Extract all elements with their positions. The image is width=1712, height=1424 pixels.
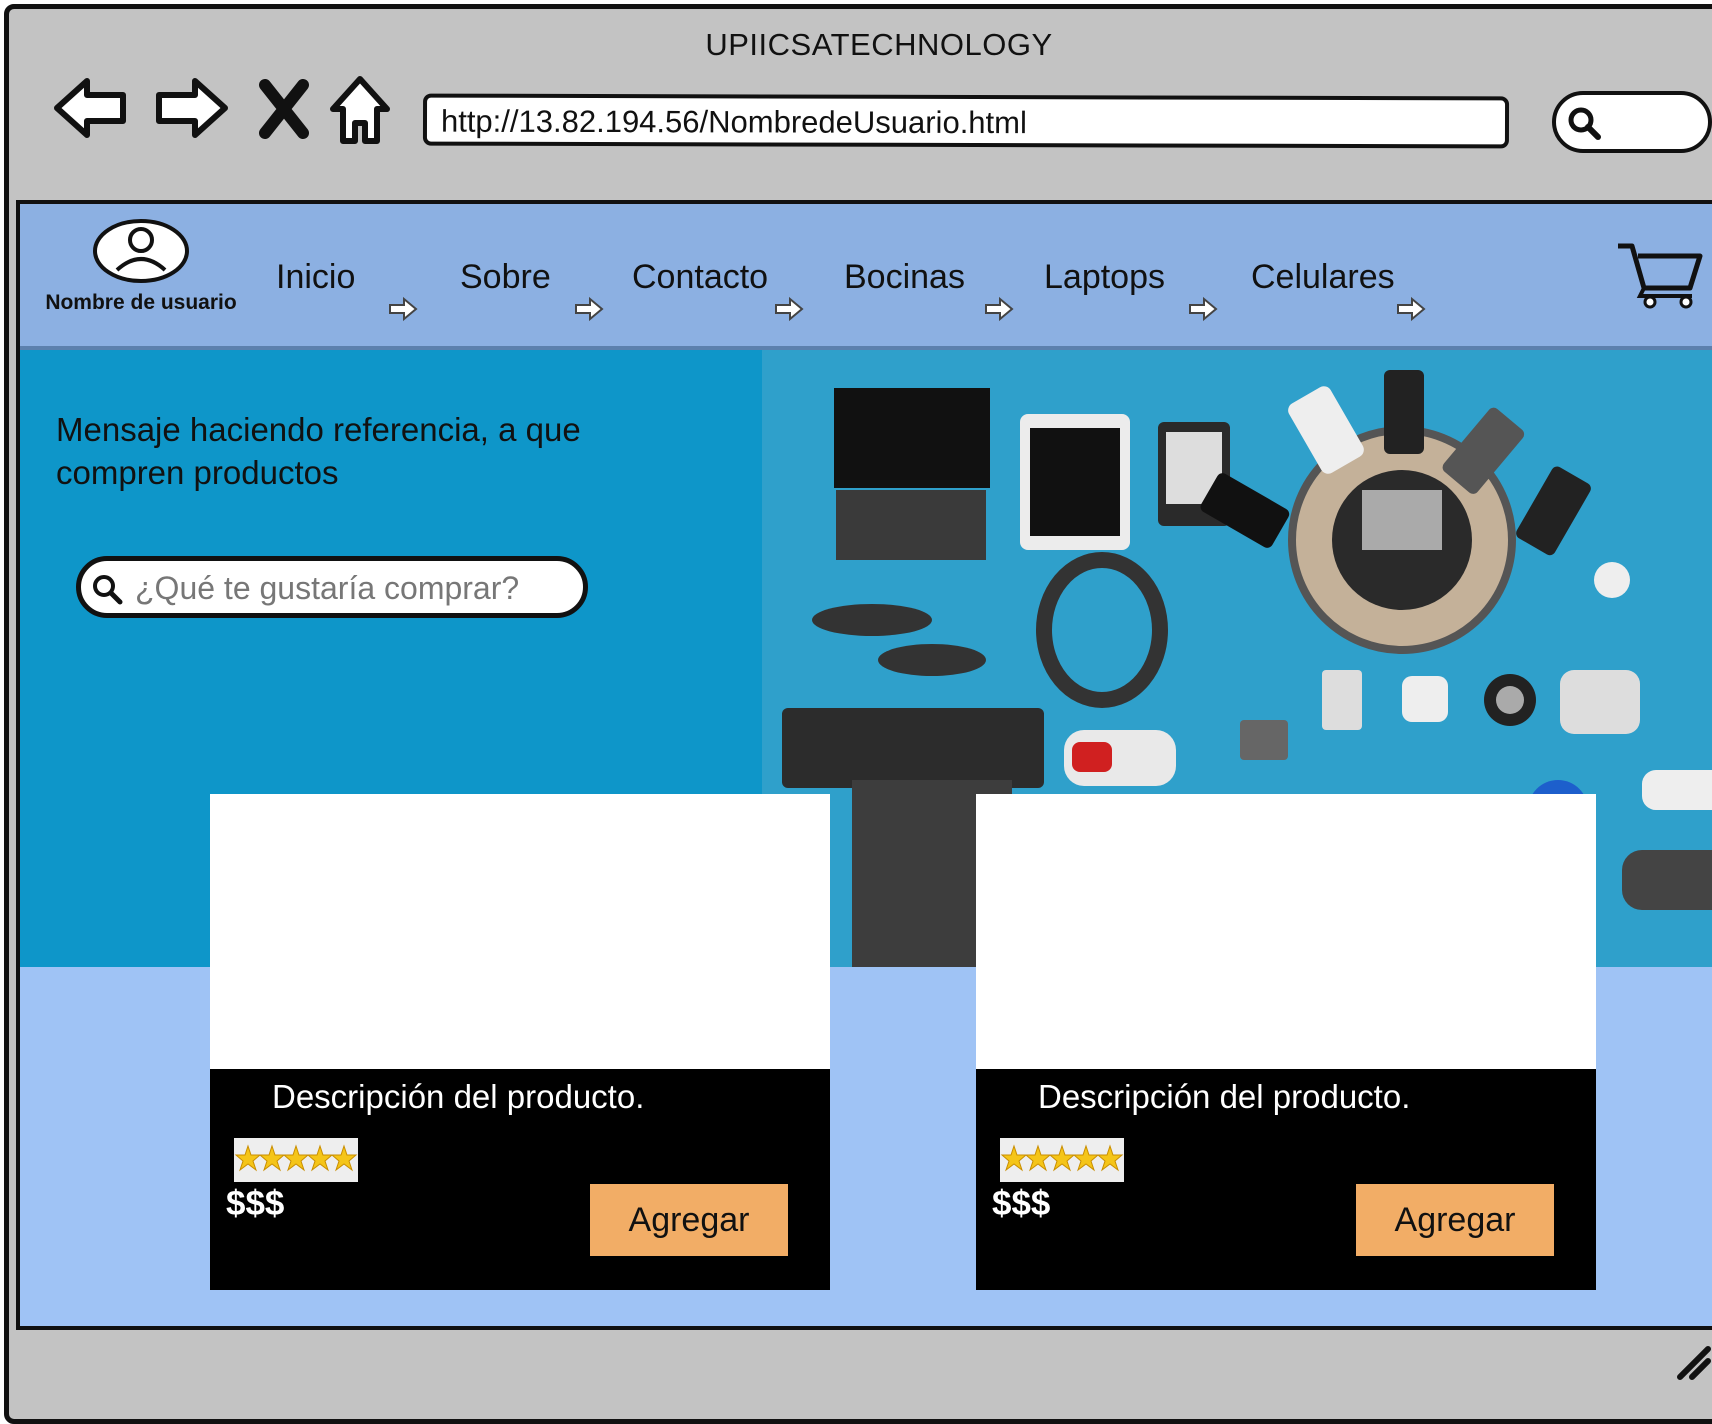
browser-search-box[interactable] — [1552, 91, 1712, 153]
window-title: UPIICSATECHNOLOGY — [705, 27, 1053, 62]
product-price: $$$ — [992, 1184, 1051, 1223]
user-profile[interactable]: Nombre de usuario — [36, 218, 246, 315]
add-to-cart-button[interactable]: Agregar — [590, 1184, 788, 1256]
product-image — [210, 794, 830, 1069]
add-to-cart-button[interactable]: Agregar — [1356, 1184, 1554, 1256]
product-description: Descripción del producto. — [1038, 1078, 1411, 1115]
nav-item-inicio[interactable]: Inicio — [276, 258, 355, 297]
search-icon — [93, 575, 123, 605]
user-name-label: Nombre de usuario — [45, 291, 237, 314]
product-search-input[interactable] — [133, 567, 557, 609]
nav-item-bocinas[interactable]: Bocinas — [844, 258, 965, 297]
product-search-bar[interactable] — [76, 556, 588, 618]
resize-grip-icon[interactable] — [1676, 1345, 1712, 1381]
nav-item-laptops[interactable]: Laptops — [1044, 258, 1165, 297]
promo-message: Mensaje haciendo referencia, a que compr… — [56, 411, 581, 491]
home-icon[interactable] — [327, 73, 393, 149]
arrow-right-icon — [1397, 296, 1426, 322]
star-rating-icon — [1000, 1138, 1124, 1182]
star-rating-icon — [234, 1138, 358, 1182]
nav-item-contacto[interactable]: Contacto — [632, 258, 768, 297]
user-avatar-icon — [93, 219, 189, 283]
url-bar[interactable]: http://13.82.194.56/NombredeUsuario.html — [422, 93, 1510, 149]
product-image — [976, 794, 1596, 1069]
arrow-right-icon — [389, 296, 418, 322]
search-icon — [1568, 107, 1601, 140]
forward-arrow-icon[interactable] — [151, 73, 231, 143]
product-price: $$$ — [226, 1184, 285, 1223]
arrow-right-icon — [985, 296, 1014, 322]
url-text: http://13.82.194.56/NombredeUsuario.html — [440, 103, 1027, 141]
product-description: Descripción del producto. — [272, 1078, 645, 1115]
arrow-right-icon — [575, 296, 604, 322]
top-navigation: Nombre de usuario Inicio Sobre Contacto … — [20, 204, 1712, 350]
arrow-right-icon — [775, 296, 804, 322]
product-card: Descripción del producto. $$$ Agregar — [976, 794, 1596, 1290]
nav-item-sobre[interactable]: Sobre — [460, 258, 551, 297]
nav-item-celulares[interactable]: Celulares — [1251, 258, 1395, 297]
arrow-right-icon — [1189, 296, 1218, 322]
shopping-cart-icon[interactable] — [1614, 240, 1704, 310]
page-content: Nombre de usuario Inicio Sobre Contacto … — [16, 200, 1712, 1330]
product-card: Descripción del producto. $$$ Agregar — [210, 794, 830, 1290]
back-arrow-icon[interactable] — [51, 73, 131, 143]
close-icon[interactable] — [259, 79, 309, 139]
